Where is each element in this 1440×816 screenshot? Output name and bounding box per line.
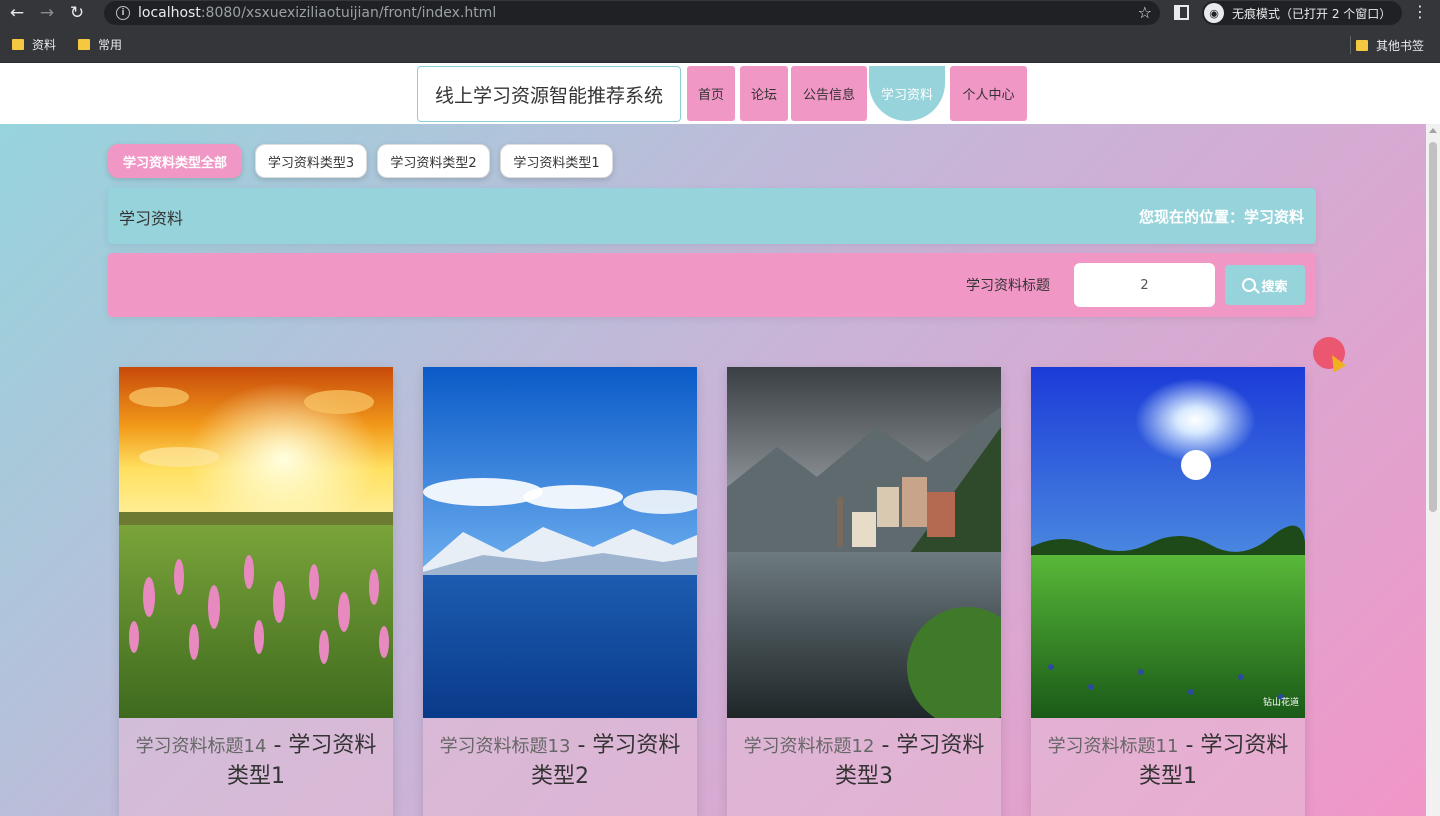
info-icon[interactable]: i: [116, 6, 130, 20]
page-viewport: 线上学习资源智能推荐系统 首页 论坛 公告信息 学习资料 个人中心 学习资料类型…: [0, 63, 1440, 816]
url-path: :8080/xsxuexiziliaotuijian/front/index.h…: [200, 5, 497, 21]
reload-icon[interactable]: ↻: [64, 1, 90, 25]
browser-menu-icon[interactable]: ⋮: [1412, 2, 1428, 21]
card-caption: 学习资料标题11 - 学习资料类型1: [1039, 731, 1297, 793]
folder-icon: [1355, 40, 1368, 51]
page-title: 学习资料: [119, 209, 184, 228]
bookmark-label: 资料: [32, 37, 57, 52]
bookmark-folder-ziliao[interactable]: 资料: [12, 36, 56, 53]
scrollbar-thumb[interactable]: [1429, 142, 1437, 512]
material-card[interactable]: 学习资料标题12 - 学习资料类型3: [727, 367, 1001, 816]
bookmarks-divider: [1350, 36, 1351, 54]
other-bookmarks-label: 其他书签: [1375, 39, 1424, 53]
card-image-snow-mountain-lake[interactable]: [423, 367, 697, 718]
site-header: 线上学习资源智能推荐系统 首页 论坛 公告信息 学习资料 个人中心: [0, 63, 1440, 124]
forward-arrow-icon[interactable]: →: [34, 1, 60, 25]
search-input[interactable]: [1074, 263, 1215, 307]
search-button-label: 搜索: [1261, 279, 1288, 295]
search-panel: 学习资料标题 搜索: [108, 253, 1316, 317]
material-card[interactable]: 学习资料标题14 - 学习资料类型1: [119, 367, 393, 816]
main-content: 学习资料类型全部 学习资料类型3 学习资料类型2 学习资料类型1 学习资料 您现…: [0, 124, 1426, 816]
type-filter-2[interactable]: 学习资料类型2: [377, 144, 490, 178]
bookmarks-bar: 资料 常用 其他书签: [0, 26, 1440, 63]
card-title: 学习资料标题11: [1047, 736, 1179, 757]
nav-home[interactable]: 首页: [687, 66, 735, 121]
page-scrollbar[interactable]: [1426, 124, 1440, 816]
other-bookmarks[interactable]: 其他书签: [1355, 37, 1424, 54]
card-separator: -: [570, 733, 593, 758]
type-filter-all[interactable]: 学习资料类型全部: [108, 144, 242, 178]
card-image-sunset-flower-field[interactable]: [119, 367, 393, 718]
current-position: 您现在的位置：学习资料: [1138, 208, 1304, 226]
material-card[interactable]: 钻山花道 学习资料标题11 - 学习资料类型1: [1031, 367, 1305, 816]
card-separator: -: [1178, 733, 1201, 758]
card-separator: -: [266, 733, 289, 758]
folder-icon: [78, 38, 91, 50]
scroll-up-icon[interactable]: [1429, 128, 1437, 133]
url-host: localhost: [138, 5, 201, 21]
card-caption: 学习资料标题14 - 学习资料类型1: [127, 731, 385, 793]
folder-icon: [12, 38, 24, 50]
incognito-indicator[interactable]: ◉ 无痕模式（已打开 2 个窗口）: [1202, 1, 1402, 25]
nav-personal-center[interactable]: 个人中心: [950, 66, 1027, 121]
search-label: 学习资料标题: [966, 278, 1050, 294]
card-image-alpine-village-lake[interactable]: [727, 367, 1001, 718]
address-bar[interactable]: i localhost:8080/xsxuexiziliaotuijian/fr…: [104, 1, 1160, 25]
nav-study-materials[interactable]: 学习资料: [869, 66, 945, 121]
image-watermark: 钻山花道: [1262, 698, 1299, 708]
card-title: 学习资料标题13: [439, 736, 571, 757]
nav-notice[interactable]: 公告信息: [791, 66, 867, 121]
browser-toolbar: ← → ↻ i localhost:8080/xsxuexiziliaotuij…: [0, 0, 1440, 26]
side-panel-icon[interactable]: [1174, 5, 1189, 20]
bookmark-folder-changyong[interactable]: 常用: [78, 36, 122, 53]
material-card[interactable]: 学习资料标题13 - 学习资料类型2: [423, 367, 697, 816]
card-title: 学习资料标题12: [743, 736, 875, 757]
card-image-moonlit-meadow[interactable]: 钻山花道: [1031, 367, 1305, 718]
site-title: 线上学习资源智能推荐系统: [417, 66, 681, 122]
card-caption: 学习资料标题12 - 学习资料类型3: [735, 731, 993, 793]
type-filter-3[interactable]: 学习资料类型3: [255, 144, 367, 178]
breadcrumb: 学习资料 您现在的位置：学习资料: [108, 188, 1316, 244]
bookmark-label: 常用: [98, 37, 123, 52]
incognito-label: 无痕模式（已打开 2 个窗口）: [1232, 6, 1392, 21]
card-caption: 学习资料标题13 - 学习资料类型2: [431, 731, 689, 793]
card-title: 学习资料标题14: [135, 736, 267, 757]
search-button[interactable]: 搜索: [1225, 265, 1305, 305]
bookmark-star-icon[interactable]: ☆: [1138, 3, 1152, 22]
incognito-icon: ◉: [1204, 3, 1224, 23]
back-arrow-icon[interactable]: ←: [4, 1, 30, 25]
type-filter-1[interactable]: 学习资料类型1: [500, 144, 613, 178]
card-separator: -: [874, 733, 897, 758]
search-icon: [1242, 278, 1257, 292]
nav-forum[interactable]: 论坛: [740, 66, 788, 121]
